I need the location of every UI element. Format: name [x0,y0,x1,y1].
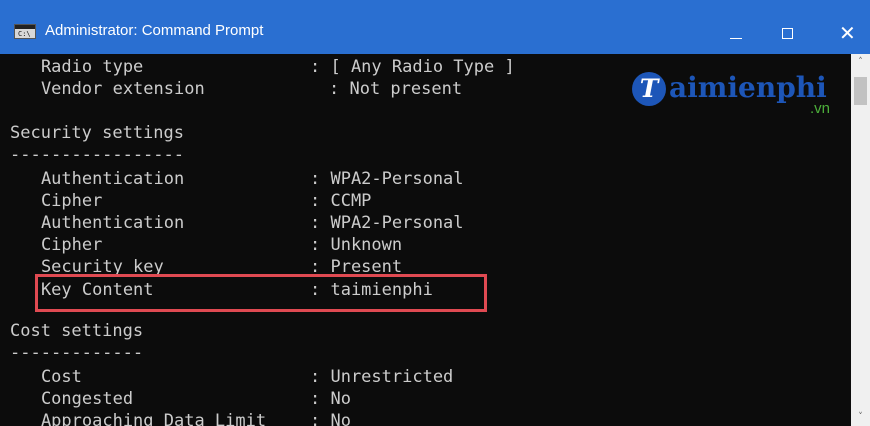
maximize-button[interactable] [765,14,811,54]
console-output[interactable]: Radio type: [ Any Radio Type ] Vendor ex… [0,54,851,426]
key-content-highlight [35,274,487,312]
maximize-icon [782,28,793,39]
scrollbar-thumb[interactable] [854,77,867,105]
minimize-button[interactable] [705,14,751,54]
close-icon: ✕ [839,21,856,45]
close-button[interactable]: ✕ [824,14,870,54]
window-title: Administrator: Command Prompt [45,22,264,39]
watermark-domain: .vn [810,100,831,117]
cmd-app-icon[interactable]: C:\ [14,24,36,39]
watermark-logo: T aimienphi .vn [632,66,847,124]
scroll-down-icon[interactable]: ˅ [851,409,870,426]
scroll-up-icon[interactable]: ˄ [851,54,870,71]
vertical-scrollbar[interactable]: ˄ ˅ [851,54,870,426]
watermark-initial: T [632,72,666,106]
title-bar[interactable]: C:\ Administrator: Command Prompt ✕ [0,0,870,54]
watermark-text: aimienphi [669,71,827,104]
command-prompt-window: C:\ Administrator: Command Prompt ✕ Radi… [0,0,870,426]
minimize-icon [730,38,742,39]
cmd-app-icon-glyph: C:\ [18,30,31,38]
